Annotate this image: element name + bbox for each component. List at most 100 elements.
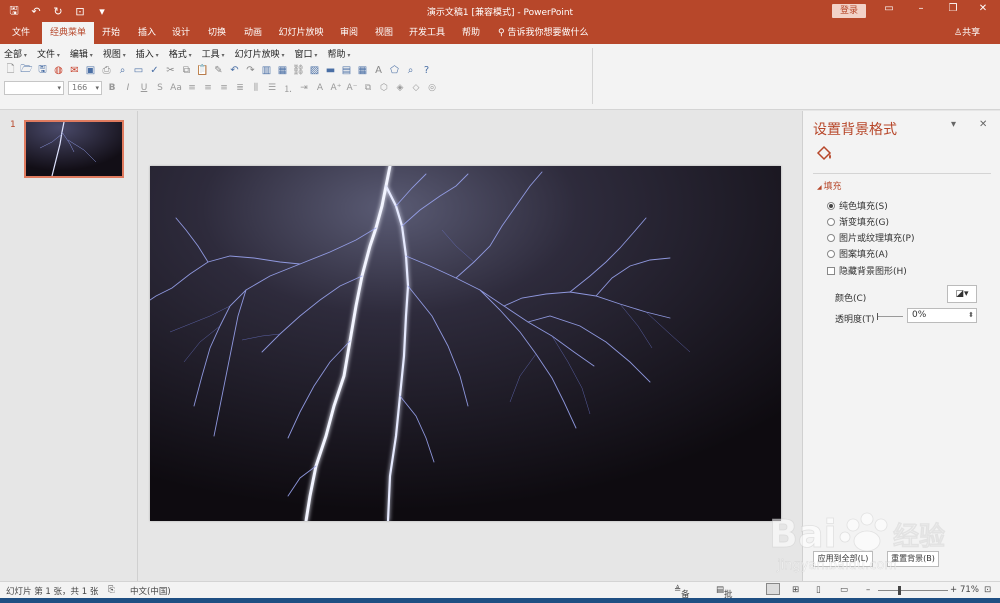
fit-slide-icon[interactable]: ⊡ (984, 585, 991, 595)
hyperlink-icon[interactable]: ⛓ (292, 64, 305, 77)
align-center-icon[interactable]: ≡ (202, 83, 214, 93)
gradient-fill-radio[interactable] (827, 217, 835, 226)
pattern-fill-radio[interactable] (827, 249, 835, 258)
ribbon-display-icon[interactable]: ▭ (880, 3, 898, 14)
paste-icon[interactable]: 📋 (196, 64, 209, 77)
numbering-icon[interactable]: ⒈ (282, 82, 294, 95)
open-folder-icon[interactable]: 🗁 (20, 64, 33, 77)
comments-button[interactable]: ▤ 批注 (716, 585, 733, 603)
tab-classic-menu[interactable]: 经典菜单 (42, 22, 94, 44)
quick-styles-icon[interactable]: ⬡ (378, 83, 390, 93)
close-window-icon[interactable]: ✕ (974, 3, 992, 14)
tab-slideshow[interactable]: 幻灯片放映 (274, 22, 328, 44)
login-button[interactable]: 登录 (832, 4, 866, 18)
text-direction-icon[interactable]: A (372, 64, 385, 77)
font-color-icon[interactable]: A (314, 83, 326, 93)
menu-tools[interactable]: 工具 (202, 47, 225, 60)
align-right-icon[interactable]: ≡ (218, 83, 230, 93)
copy-icon[interactable]: ⧉ (180, 64, 193, 77)
slide-canvas[interactable] (150, 166, 781, 521)
redo-icon[interactable]: ↷ (244, 64, 257, 77)
tab-developer[interactable]: 开发工具 (404, 22, 450, 44)
slide-thumbnail[interactable] (24, 120, 124, 178)
zoom-out-icon[interactable]: – (866, 585, 870, 595)
permission-icon[interactable]: ◍ (52, 64, 65, 77)
tab-view[interactable]: 视图 (369, 22, 399, 44)
close-pane-icon[interactable]: ✕ (979, 119, 987, 130)
solid-fill-radio[interactable] (827, 201, 835, 210)
columns-icon[interactable]: ⫼ (250, 83, 262, 93)
table-icon[interactable]: ▦ (276, 64, 289, 77)
normal-view-icon[interactable] (766, 583, 780, 595)
menu-slideshow[interactable]: 幻灯片放映 (235, 47, 285, 60)
fill-section-header[interactable]: 填充 (817, 179, 842, 192)
tab-animations[interactable]: 动画 (238, 22, 268, 44)
tab-review[interactable]: 审阅 (334, 22, 364, 44)
font-size-change-icon[interactable]: Aa (170, 83, 182, 93)
picture-fill-radio[interactable] (827, 233, 835, 242)
picture-fill-option[interactable]: 图片或纹理填充(P) (827, 231, 914, 244)
shape-fill-icon[interactable]: ◈ (394, 83, 406, 93)
menu-help[interactable]: 帮助 (327, 47, 350, 60)
shapes-icon[interactable]: ⬠ (388, 64, 401, 77)
tell-me-box[interactable]: ⚲ 告诉我你想要做什么 (498, 22, 588, 44)
tab-design[interactable]: 设计 (166, 22, 196, 44)
solid-fill-option[interactable]: 纯色填充(S) (827, 199, 888, 212)
zoom-slider-thumb[interactable] (898, 586, 901, 595)
zoom-level[interactable]: 71% (960, 585, 979, 595)
hide-background-checkbox[interactable] (827, 266, 835, 275)
tab-help[interactable]: 帮助 (456, 22, 486, 44)
slideshow-view-icon[interactable]: ▭ (840, 585, 848, 595)
shrink-font-icon[interactable]: A⁻ (346, 83, 358, 93)
transparency-slider[interactable] (877, 313, 903, 320)
menu-file[interactable]: 文件 (37, 47, 60, 60)
save-icon[interactable]: 🖫 (36, 64, 49, 77)
new-file-icon[interactable]: 🗋 (4, 64, 17, 77)
bold-icon[interactable]: B (106, 83, 118, 93)
pattern-fill-option[interactable]: 图案填充(A) (827, 247, 888, 260)
tab-transitions[interactable]: 切换 (202, 22, 232, 44)
help-icon[interactable]: ? (420, 64, 433, 77)
zoom-slider[interactable] (878, 590, 948, 591)
justify-icon[interactable]: ≣ (234, 83, 246, 93)
shape-outline-icon[interactable]: ◇ (410, 83, 422, 93)
zoom-icon[interactable]: ⌕ (404, 64, 417, 77)
menu-insert[interactable]: 插入 (136, 47, 159, 60)
font-name-combo[interactable] (4, 81, 64, 95)
cut-icon[interactable]: ✂ (164, 64, 177, 77)
tab-file[interactable]: 文件 (4, 22, 38, 44)
spelling-icon[interactable]: ✓ (148, 64, 161, 77)
pane-options-icon[interactable]: ▾ (951, 119, 956, 130)
align-left-icon[interactable]: ≡ (186, 83, 198, 93)
notes-button[interactable]: ≜ 备注 (674, 585, 690, 603)
zoom-in-icon[interactable]: + (950, 585, 957, 595)
chart-icon[interactable]: ▥ (260, 64, 273, 77)
menu-format[interactable]: 格式 (169, 47, 192, 60)
minimize-icon[interactable]: – (912, 3, 930, 14)
spellcheck-icon[interactable]: ⎘ (108, 585, 115, 595)
print-preview-icon[interactable]: ⌕ (116, 64, 129, 77)
format-painter-icon[interactable]: ✎ (212, 64, 225, 77)
restore-icon[interactable]: ❐ (944, 3, 962, 14)
underline-icon[interactable]: U (138, 83, 150, 93)
email-icon[interactable]: ✉ (68, 64, 81, 77)
reading-view-icon[interactable]: ▯ (816, 585, 821, 595)
slide-sorter-icon[interactable]: ⊞ (792, 585, 799, 595)
layout-icon[interactable]: ▦ (356, 64, 369, 77)
grow-font-icon[interactable]: A⁺ (330, 83, 342, 93)
textbox-icon[interactable]: ▤ (340, 64, 353, 77)
menu-edit[interactable]: 编辑 (70, 47, 93, 60)
fill-bucket-icon[interactable] (815, 144, 833, 162)
tab-insert[interactable]: 插入 (132, 22, 162, 44)
italic-icon[interactable]: I (122, 83, 134, 93)
tab-home[interactable]: 开始 (96, 22, 126, 44)
picture-icon[interactable]: ▨ (308, 64, 321, 77)
undo-icon[interactable]: ↶ (228, 64, 241, 77)
transparency-input[interactable]: 0% (907, 308, 977, 323)
shape-effects-icon[interactable]: ◎ (426, 83, 438, 93)
bullets-icon[interactable]: ☰ (266, 83, 278, 93)
arrange-icon[interactable]: ⧉ (362, 83, 374, 93)
menu-all[interactable]: 全部 (4, 47, 27, 60)
print-icon[interactable]: ⎙ (100, 64, 113, 77)
strikethrough-icon[interactable]: S (154, 83, 166, 93)
